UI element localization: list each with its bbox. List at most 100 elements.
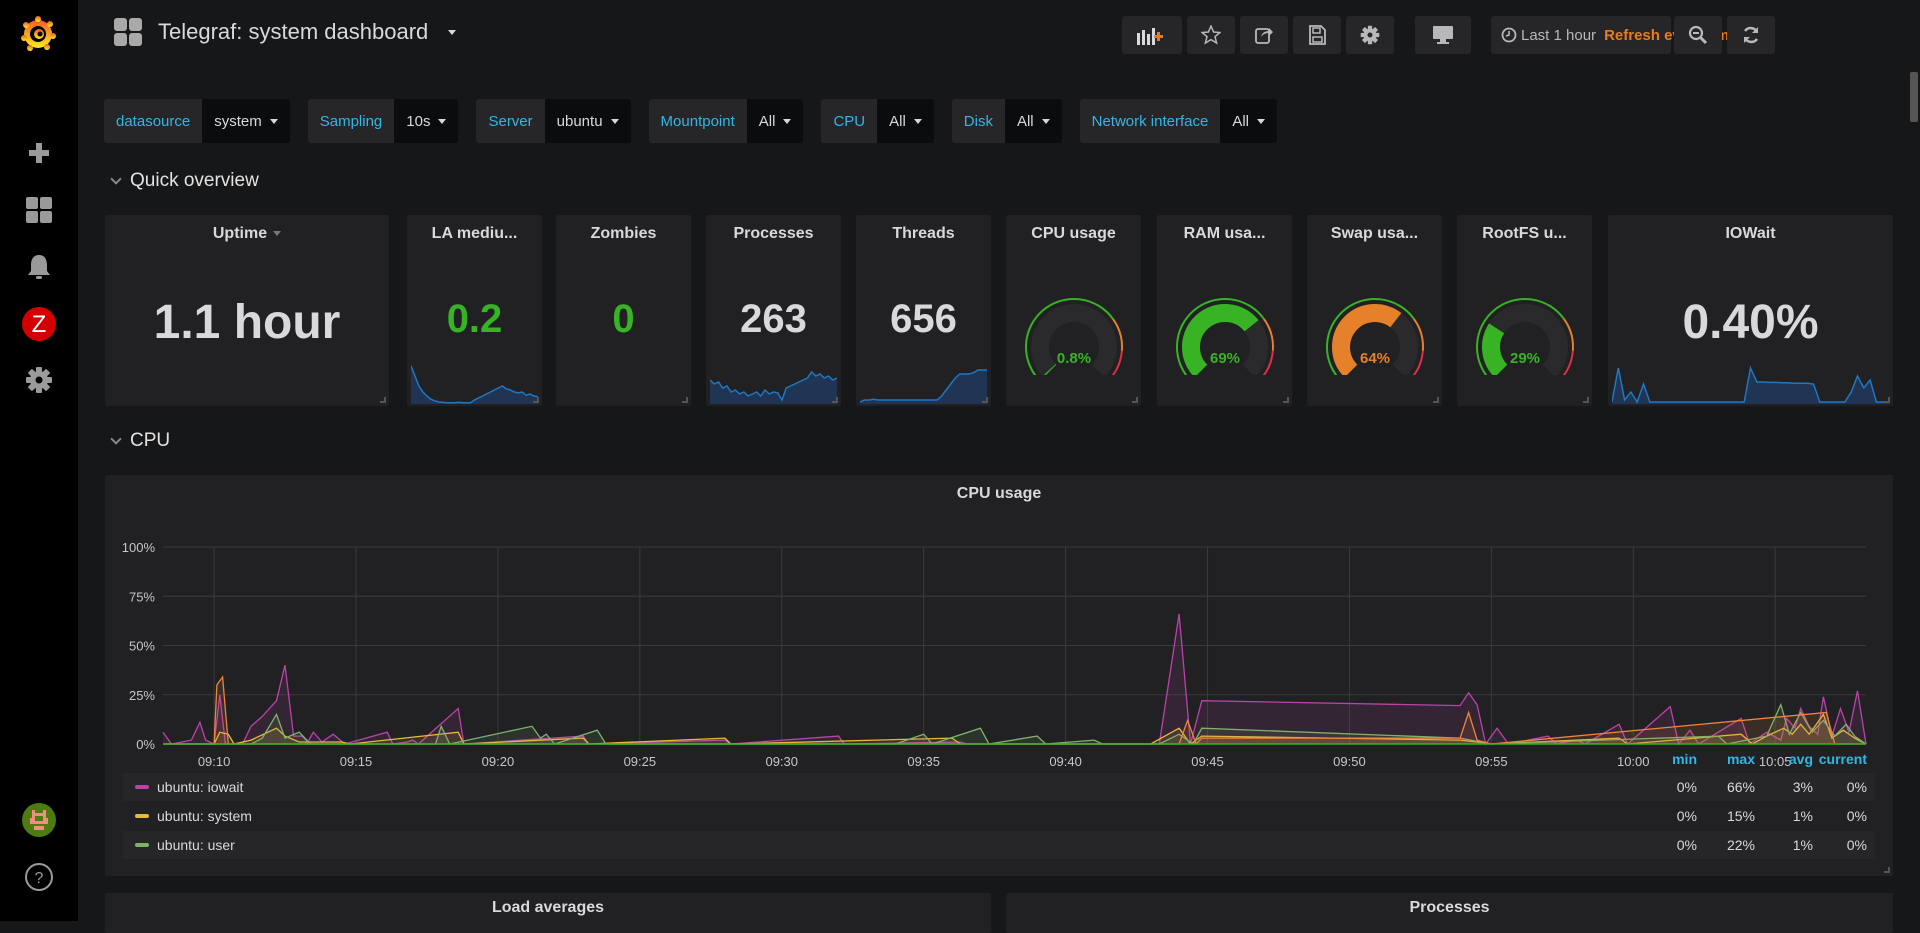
panel-title[interactable]: CPU usage bbox=[105, 485, 1893, 503]
legend-item[interactable]: ubuntu: system 0% 15% 1% 0% bbox=[123, 802, 1875, 830]
dashboard-picker[interactable]: Telegraf: system dashboard bbox=[114, 18, 457, 46]
user-avatar[interactable] bbox=[22, 803, 56, 837]
bell-icon[interactable] bbox=[24, 252, 54, 282]
y-tick-label: 100% bbox=[122, 540, 156, 555]
panel-title[interactable]: Processes bbox=[1006, 899, 1893, 917]
save-button[interactable] bbox=[1293, 16, 1341, 54]
legend-color-swatch[interactable] bbox=[135, 785, 149, 789]
variable-label: Sampling bbox=[307, 99, 395, 143]
panel-resize-handle[interactable] bbox=[832, 397, 838, 403]
panel-resize-handle[interactable] bbox=[1132, 397, 1138, 403]
variable-dropdown[interactable]: All bbox=[1004, 99, 1062, 143]
gauge: 29% bbox=[1475, 297, 1574, 375]
variable-dropdown[interactable]: system bbox=[202, 99, 290, 143]
caret-down-icon bbox=[438, 118, 447, 124]
variable-dropdown[interactable]: ubuntu bbox=[544, 99, 631, 143]
panel-title[interactable]: IOWait bbox=[1608, 225, 1893, 243]
panel-title[interactable]: Processes bbox=[706, 225, 841, 243]
panel-resize-handle[interactable] bbox=[982, 397, 988, 403]
dashboards-icon[interactable] bbox=[24, 195, 54, 225]
panel-title[interactable]: LA mediu... bbox=[407, 225, 542, 243]
panel-title[interactable]: CPU usage bbox=[1006, 225, 1141, 243]
variable-value: All bbox=[1016, 112, 1034, 130]
refresh-icon bbox=[1743, 26, 1759, 44]
load-averages-panel: Load averages bbox=[105, 893, 991, 933]
legend-max: 66% bbox=[1726, 779, 1755, 795]
zoom-out-icon bbox=[1688, 25, 1708, 45]
time-picker[interactable]: Last 1 hour Refresh every 1m bbox=[1491, 16, 1729, 54]
grafana-logo[interactable] bbox=[18, 14, 58, 54]
stat-panel-zombies: Zombies 0 bbox=[556, 215, 691, 406]
stat-value: 263 bbox=[740, 297, 807, 341]
gauge-fill bbox=[1043, 363, 1056, 375]
zabbix-icon[interactable]: Z bbox=[22, 307, 56, 341]
panel-resize-handle[interactable] bbox=[533, 397, 539, 403]
panel-resize-handle[interactable] bbox=[1283, 397, 1289, 403]
legend-color-swatch[interactable] bbox=[135, 843, 149, 847]
panel-title[interactable]: Uptime bbox=[105, 225, 389, 243]
navbar: Telegraf: system dashboard Last 1 hour R… bbox=[78, 0, 1920, 72]
caret-down-icon bbox=[1257, 118, 1266, 124]
variable-dropdown[interactable]: All bbox=[746, 99, 804, 143]
legend-item[interactable]: ubuntu: user 0% 22% 1% 0% bbox=[123, 831, 1875, 859]
refresh-button[interactable] bbox=[1727, 16, 1775, 54]
sparkline bbox=[411, 365, 538, 404]
caret-down-icon bbox=[913, 118, 922, 124]
panel-title[interactable]: Load averages bbox=[105, 899, 991, 917]
row-cpu[interactable]: CPU bbox=[110, 430, 170, 452]
variable-dropdown[interactable]: All bbox=[1220, 99, 1278, 143]
variable-label: datasource bbox=[104, 99, 203, 143]
page-scrollbar[interactable] bbox=[1910, 72, 1918, 122]
panel-title[interactable]: RAM usa... bbox=[1157, 225, 1292, 243]
dashboard-grid-icon bbox=[114, 18, 142, 46]
panel-title[interactable]: Zombies bbox=[556, 225, 691, 243]
panel-resize-handle[interactable] bbox=[1884, 397, 1890, 403]
x-tick-label: 09:25 bbox=[624, 754, 657, 769]
panel-title[interactable]: RootFS u... bbox=[1457, 225, 1592, 243]
gauge: 64% bbox=[1325, 297, 1424, 375]
panel-resize-handle[interactable] bbox=[1433, 397, 1439, 403]
legend-series-name: ubuntu: user bbox=[157, 837, 235, 853]
stat-value: 656 bbox=[890, 297, 957, 341]
gauge-label: 64% bbox=[1359, 350, 1389, 367]
panel-resize-handle[interactable] bbox=[380, 397, 386, 403]
share-button[interactable] bbox=[1240, 16, 1288, 54]
legend-color-swatch[interactable] bbox=[135, 814, 149, 818]
gear-icon[interactable] bbox=[24, 365, 54, 395]
variable-sampling: Sampling 10s bbox=[307, 99, 459, 143]
monitor-icon bbox=[1433, 26, 1453, 44]
settings-button[interactable] bbox=[1346, 16, 1394, 54]
variable-dropdown[interactable]: 10s bbox=[394, 99, 459, 143]
caret-down-icon bbox=[610, 118, 619, 124]
stat-value: 0.2 bbox=[446, 297, 503, 341]
legend-item[interactable]: ubuntu: iowait 0% 66% 3% 0% bbox=[123, 773, 1875, 801]
variable-mountpoint: Mountpoint All bbox=[648, 99, 804, 143]
y-tick-label: 25% bbox=[129, 688, 155, 703]
help-icon[interactable]: ? bbox=[22, 860, 56, 894]
panel-resize-handle[interactable] bbox=[682, 397, 688, 403]
legend-series-name: ubuntu: system bbox=[157, 808, 252, 824]
tv-mode-button[interactable] bbox=[1415, 16, 1471, 54]
row-quick-overview[interactable]: Quick overview bbox=[110, 170, 259, 192]
svg-text:?: ? bbox=[35, 870, 44, 887]
add-panel-button[interactable] bbox=[1122, 16, 1182, 54]
legend-min: 0% bbox=[1676, 837, 1697, 853]
panel-title[interactable]: Threads bbox=[856, 225, 991, 243]
legend-avg: 1% bbox=[1792, 837, 1813, 853]
stat-panel-ram-usa: RAM usa... 69% bbox=[1157, 215, 1292, 406]
star-button[interactable] bbox=[1187, 16, 1235, 54]
variable-label: Disk bbox=[951, 99, 1005, 143]
panel-title[interactable]: Swap usa... bbox=[1307, 225, 1442, 243]
plus-icon[interactable] bbox=[24, 138, 54, 168]
svg-text:Z: Z bbox=[32, 311, 47, 338]
panel-resize-handle[interactable] bbox=[1884, 867, 1890, 873]
zoom-out-button[interactable] bbox=[1674, 16, 1722, 54]
x-tick-label: 09:15 bbox=[340, 754, 373, 769]
variable-dropdown[interactable]: All bbox=[877, 99, 934, 143]
y-tick-label: 50% bbox=[129, 639, 155, 654]
gauge-label: 69% bbox=[1209, 350, 1239, 367]
cpu-chart[interactable]: 0% 25% 50% 75% 100% 09:10 09:15 09:20 09:25 09:30… bbox=[105, 505, 1893, 785]
variable-value: ubuntu bbox=[556, 112, 603, 130]
variable-cpu: CPU All bbox=[821, 99, 934, 143]
panel-resize-handle[interactable] bbox=[1583, 397, 1589, 403]
